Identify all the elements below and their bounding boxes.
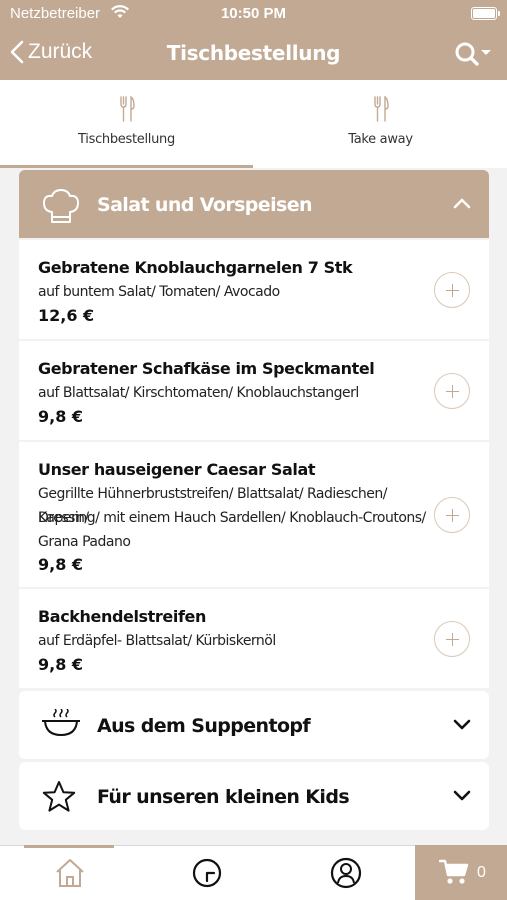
status-time: 10:50 PM (220, 5, 287, 22)
chevron-down-icon (453, 719, 471, 730)
item-price: 9,8 € (38, 407, 84, 426)
order-type-tabs: Tischbestellung Take away (0, 80, 507, 168)
menu-item: Gebratener Schafkäse im Speckmantel auf … (19, 341, 489, 440)
navigation-bar: Zurück Tischbestellung (0, 28, 507, 80)
page-title: Tischbestellung (166, 41, 341, 65)
clock-icon[interactable] (191, 857, 223, 889)
status-bar: Netzbetreiber 10:50 PM (0, 0, 507, 28)
cart-button[interactable]: 0 (415, 845, 507, 900)
tab-label: Take away (348, 132, 413, 147)
menu-item: Backhendelstreifen auf Erdäpfel- Blattsa… (19, 589, 489, 688)
bottom-nav-active-indicator (24, 845, 114, 848)
cutlery-icon (373, 96, 389, 122)
add-item-button[interactable] (434, 272, 470, 308)
chevron-down-icon (453, 790, 471, 801)
item-price: 9,8 € (38, 555, 84, 574)
soup-bowl-icon (42, 709, 80, 736)
menu-item: Gebratene Knoblauchgarnelen 7 Stk auf bu… (19, 240, 489, 339)
category-header-salat[interactable]: Salat und Vorspeisen (19, 170, 489, 238)
add-item-button[interactable] (434, 373, 470, 409)
battery-icon (471, 7, 500, 20)
item-name: Gebratener Schafkäse im Speckmantel (38, 359, 375, 378)
add-item-button[interactable] (434, 497, 470, 533)
item-description-line: Dressing/ mit einem Hauch Sardellen/ Kno… (38, 510, 426, 526)
item-price: 12,6 € (38, 306, 95, 325)
item-name: Gebratene Knoblauchgarnelen 7 Stk (38, 258, 353, 277)
category-title: Salat und Vorspeisen (97, 194, 313, 216)
category-header-suppentopf[interactable]: Aus dem Suppentopf (19, 691, 489, 759)
cart-count-badge: 0 (477, 864, 486, 881)
item-description: auf buntem Salat/ Tomaten/ Avocado (38, 284, 280, 300)
search-icon[interactable] (453, 40, 493, 68)
chevron-up-icon (453, 198, 471, 209)
item-description: auf Blattsalat/ Kirschtomaten/ Knoblauch… (38, 385, 359, 401)
category-title: Aus dem Suppentopf (97, 715, 311, 737)
cart-icon (439, 859, 469, 884)
item-price: 9,8 € (38, 655, 84, 674)
category-title: Für unseren kleinen Kids (97, 786, 350, 808)
active-tab-indicator (0, 165, 253, 168)
item-name: Backhendelstreifen (38, 607, 206, 626)
category-header-kids[interactable]: Für unseren kleinen Kids (19, 762, 489, 830)
star-icon (42, 781, 76, 812)
tab-tischbestellung[interactable]: Tischbestellung (0, 80, 253, 168)
cutlery-icon (119, 96, 135, 122)
item-name: Unser hauseigener Caesar Salat (38, 460, 316, 479)
menu-item: Unser hauseigener Caesar Salat Gegrillte… (19, 442, 489, 587)
home-icon[interactable] (54, 857, 86, 889)
user-icon[interactable] (330, 857, 362, 889)
tab-label: Tischbestellung (78, 132, 175, 147)
item-description-line: Grana Padano (38, 534, 131, 550)
tab-take-away[interactable]: Take away (254, 80, 507, 168)
item-description: auf Erdäpfel- Blattsalat/ Kürbiskernöl (38, 633, 276, 649)
add-item-button[interactable] (434, 621, 470, 657)
chef-hat-icon (43, 189, 79, 223)
